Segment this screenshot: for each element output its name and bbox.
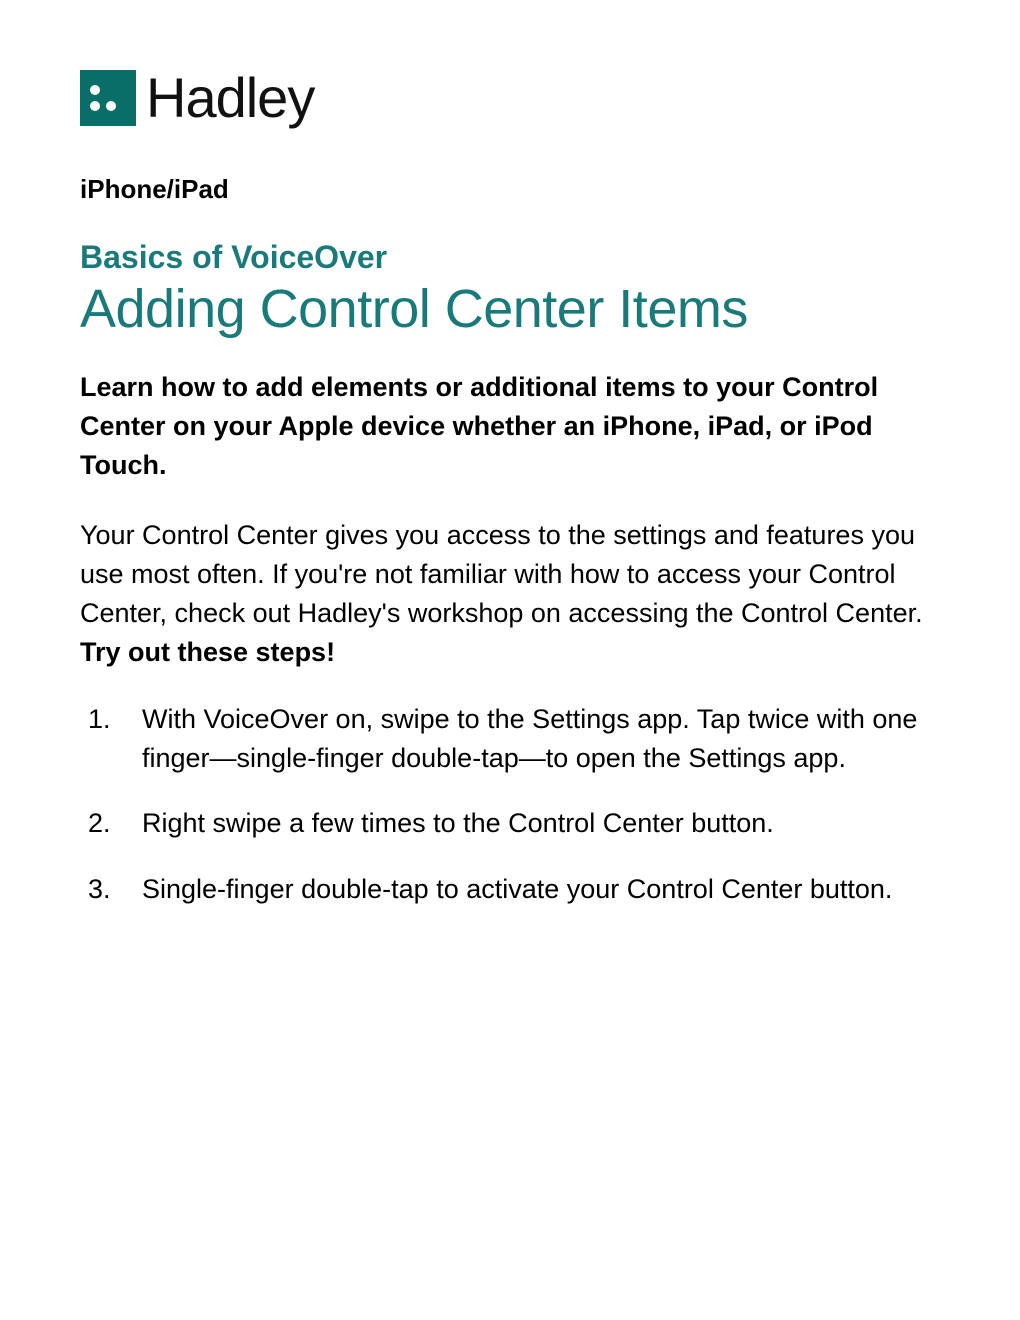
- document-subtitle: Basics of VoiceOver: [80, 239, 940, 276]
- intro-text: Your Control Center gives you access to …: [80, 520, 923, 628]
- logo: Hadley: [80, 70, 940, 126]
- steps-list: With VoiceOver on, swipe to the Settings…: [80, 700, 940, 909]
- lead-paragraph: Learn how to add elements or additional …: [80, 368, 940, 485]
- step-item: Single-finger double-tap to activate you…: [80, 870, 940, 909]
- logo-text: Hadley: [146, 70, 314, 126]
- step-item: With VoiceOver on, swipe to the Settings…: [80, 700, 940, 778]
- step-item: Right swipe a few times to the Control C…: [80, 804, 940, 843]
- document-title: Adding Control Center Items: [80, 278, 940, 340]
- category-label: iPhone/iPad: [80, 174, 940, 205]
- intro-paragraph: Your Control Center gives you access to …: [80, 516, 940, 673]
- logo-mark-icon: [80, 70, 136, 126]
- intro-bold-text: Try out these steps!: [80, 637, 335, 667]
